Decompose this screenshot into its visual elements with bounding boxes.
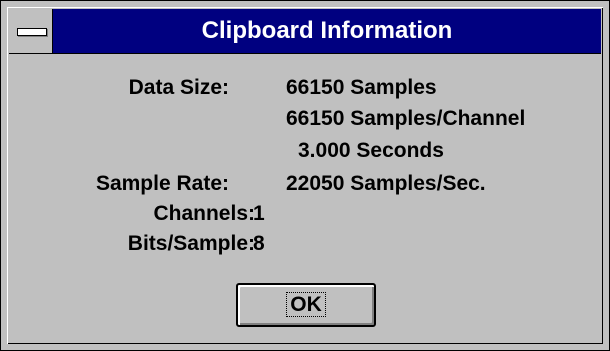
data-size-per-channel-value: 66150 Samples/Channel — [286, 107, 526, 130]
data-size-seconds-value: 3.000 Seconds — [298, 139, 444, 162]
window-title: Clipboard Information — [201, 17, 453, 44]
channels-label: Channels: — [153, 202, 255, 225]
bits-per-sample-label: Bits/Sample: — [127, 232, 255, 255]
ok-button-label: OK — [286, 292, 326, 317]
data-size-label: Data Size: — [128, 76, 229, 99]
system-menu-bar — [17, 28, 47, 36]
title-bar[interactable]: Clipboard Information — [9, 9, 601, 54]
channels-value: 1 — [253, 202, 265, 225]
bits-per-sample-value: 8 — [253, 232, 265, 255]
sample-rate-label: Sample Rate: — [95, 172, 229, 195]
sample-rate-value: 22050 Samples/Sec. — [286, 172, 486, 195]
clipboard-information-dialog: Clipboard Information Data Size: 66150 S… — [0, 0, 610, 351]
system-menu-icon[interactable] — [9, 9, 53, 53]
ok-button[interactable]: OK — [236, 283, 376, 327]
data-size-samples-value: 66150 Samples — [286, 76, 437, 99]
dialog-body: Data Size: 66150 Samples 66150 Samples/C… — [9, 54, 601, 342]
